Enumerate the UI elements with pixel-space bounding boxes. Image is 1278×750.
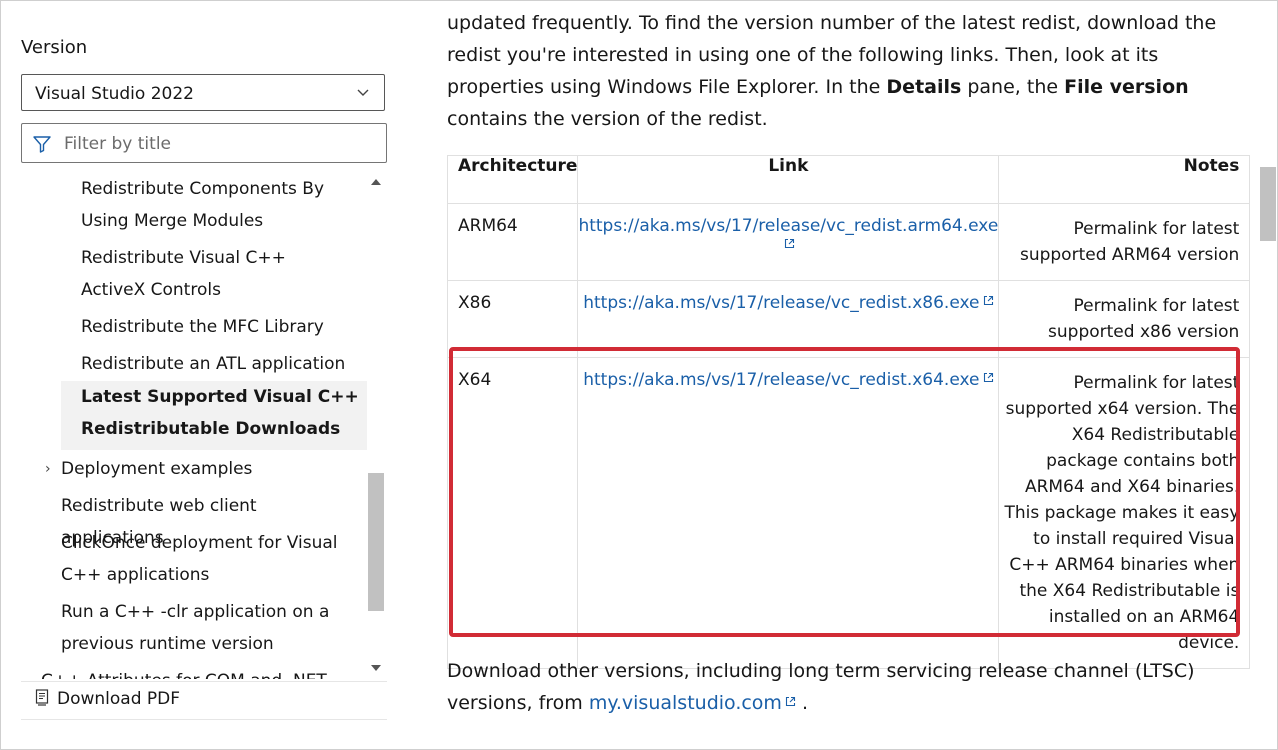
toc-item-clickonce[interactable]: ClickOnce deployment for Visual C++ appl…	[61, 527, 356, 591]
toc-item-activex[interactable]: Redistribute Visual C++ ActiveX Controls	[81, 242, 351, 306]
page-scrollbar[interactable]	[1259, 1, 1277, 749]
toc-item-merge-modules[interactable]: Redistribute Components By Using Merge M…	[81, 173, 361, 237]
table-row: X86 https://aka.ms/vs/17/release/vc_redi…	[446, 280, 1251, 358]
filter-box	[21, 123, 387, 163]
version-selected-value: Visual Studio 2022	[35, 84, 194, 104]
redist-link-arm64[interactable]: https://aka.ms/vs/17/release/vc_redist.a…	[578, 216, 998, 236]
toc-scrollbar[interactable]	[367, 173, 385, 679]
intro-text: contains the version of the redist.	[447, 108, 768, 130]
row-notes: Permalink for latest supported ARM64 ver…	[998, 203, 1251, 281]
toc-item-deployment-examples-label: Deployment examples	[61, 459, 253, 479]
intro-paragraph: updated frequently. To find the version …	[447, 7, 1237, 135]
row-link-cell: https://aka.ms/vs/17/release/vc_redist.x…	[577, 357, 1000, 669]
table-header-row: Architecture Link Notes	[446, 155, 1251, 204]
main-content: updated frequently. To find the version …	[446, 1, 1251, 749]
table-of-contents: Redistribute Components By Using Merge M…	[1, 173, 367, 679]
intro-bold-details: Details	[886, 76, 962, 98]
page-scrollbar-thumb[interactable]	[1260, 167, 1276, 241]
toc-item-atl[interactable]: Redistribute an ATL application	[81, 348, 361, 380]
version-dropdown[interactable]: Visual Studio 2022	[21, 74, 385, 111]
filter-icon	[33, 136, 51, 153]
redist-link-x86[interactable]: https://aka.ms/vs/17/release/vc_redist.x…	[583, 293, 979, 313]
row-notes-text: Permalink for latest supported x64 versi…	[1004, 373, 1240, 653]
row-notes: Permalink for latest supported x64 versi…	[998, 357, 1251, 669]
header-notes: Notes	[998, 155, 1251, 204]
external-link-icon	[983, 372, 993, 383]
toc-item-clr-app[interactable]: Run a C++ -clr application on a previous…	[61, 596, 341, 660]
row-notes-text: Permalink for latest supported ARM64 ver…	[1019, 219, 1240, 265]
filter-input[interactable]	[62, 130, 376, 158]
divider	[21, 719, 387, 720]
table-row: X64 https://aka.ms/vs/17/release/vc_redi…	[446, 357, 1251, 669]
toc-scrollbar-thumb[interactable]	[368, 473, 384, 611]
table-row: ARM64 https://aka.ms/vs/17/release/vc_re…	[446, 203, 1251, 281]
row-link-cell: https://aka.ms/vs/17/release/vc_redist.a…	[577, 203, 1000, 281]
my-visualstudio-link[interactable]: my.visualstudio.com	[589, 692, 782, 714]
row-arch: ARM64	[446, 203, 579, 281]
row-notes-text: Permalink for latest supported x86 versi…	[1048, 296, 1240, 342]
intro-bold-file-version: File version	[1064, 76, 1189, 98]
download-pdf-label: Download PDF	[57, 689, 181, 709]
download-pdf-link[interactable]: Download PDF	[35, 689, 180, 709]
chevron-down-icon	[357, 89, 369, 96]
scroll-up-arrow-icon[interactable]	[371, 179, 381, 185]
toc-item-deployment-examples[interactable]: › Deployment examples	[45, 453, 351, 485]
other-versions-text: Download other versions, including long …	[447, 660, 1195, 714]
external-link-icon	[983, 295, 993, 306]
toc-item-attributes[interactable]: C++ Attributes for COM and .NET	[41, 665, 341, 679]
external-link-icon	[785, 696, 795, 707]
page-frame: Version Visual Studio 2022 Redistribute …	[0, 0, 1278, 750]
row-link-cell: https://aka.ms/vs/17/release/vc_redist.x…	[577, 280, 1000, 358]
header-link: Link	[577, 155, 1000, 204]
version-label: Version	[21, 37, 88, 58]
toc-item-latest-redist[interactable]: Latest Supported Visual C++ Redistributa…	[61, 381, 367, 450]
row-arch: X86	[446, 280, 579, 358]
row-arch: X64	[446, 357, 579, 669]
period-text: .	[795, 692, 809, 714]
row-notes: Permalink for latest supported x86 versi…	[998, 280, 1251, 358]
intro-text: pane, the	[961, 76, 1065, 98]
header-architecture: Architecture	[446, 155, 579, 204]
left-navigation: Version Visual Studio 2022 Redistribute …	[1, 1, 411, 749]
pdf-document-icon	[35, 689, 49, 706]
toc-item-mfc[interactable]: Redistribute the MFC Library	[81, 311, 361, 343]
external-link-icon	[785, 238, 795, 249]
other-versions-paragraph: Download other versions, including long …	[447, 655, 1237, 719]
redist-table: Architecture Link Notes ARM64 https://ak…	[446, 155, 1251, 669]
chevron-right-icon[interactable]: ›	[45, 453, 51, 485]
redist-link-x64[interactable]: https://aka.ms/vs/17/release/vc_redist.x…	[583, 370, 979, 390]
divider	[21, 681, 387, 682]
scroll-down-arrow-icon[interactable]	[371, 665, 381, 671]
